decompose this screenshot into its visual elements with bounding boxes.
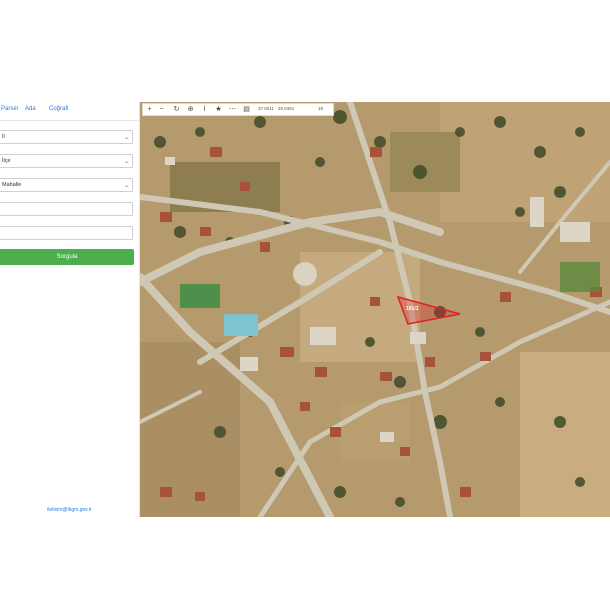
chevron-down-icon: ⌄ xyxy=(123,135,129,141)
refresh-icon[interactable]: ↻ xyxy=(172,105,181,115)
query-panel: Parsel Ada Coğrafi İl ⌄ İlçe ⌄ Mahalle ⌄… xyxy=(0,102,140,517)
locate-icon[interactable]: ⊕ xyxy=(186,105,195,115)
map-imagery xyxy=(140,102,610,517)
parcel-label: 101/1 xyxy=(406,306,419,312)
measure-icon[interactable]: ⋯ xyxy=(228,105,237,115)
info-icon[interactable]: ⅰ xyxy=(200,105,209,115)
query-button[interactable]: Sorgula xyxy=(0,249,134,265)
chevron-down-icon: ⌄ xyxy=(123,159,129,165)
contact-link[interactable]: iletisim@tkgm.gov.tr xyxy=(0,507,139,513)
tab-ada[interactable]: Ada xyxy=(25,106,36,112)
neighborhood-select[interactable]: Mahalle ⌄ xyxy=(0,178,133,192)
coordinate-readout: 37.0211 · 28.0361 xyxy=(258,106,295,111)
zoom-level: 18 xyxy=(318,106,324,111)
zoom-out-icon[interactable]: − xyxy=(157,105,166,115)
neighborhood-select-value: Mahalle xyxy=(2,182,22,188)
tab-cografi[interactable]: Coğrafi xyxy=(49,106,68,112)
parcel-number-input[interactable] xyxy=(0,226,133,240)
block-number-input[interactable] xyxy=(0,202,133,216)
province-select[interactable]: İl ⌄ xyxy=(0,130,133,144)
tab-parsel[interactable]: Parsel xyxy=(1,106,18,112)
map-toolbar: + − ↻ ⊕ ⅰ ★ ⋯ ▤ 37.0211 · 28.0361 18 xyxy=(142,103,334,116)
star-icon[interactable]: ★ xyxy=(214,105,223,115)
district-select[interactable]: İlçe ⌄ xyxy=(0,154,133,168)
province-select-value: İl xyxy=(2,134,5,140)
query-tabs: Parsel Ada Coğrafi xyxy=(0,102,139,121)
satellite-map[interactable]: 101/1 xyxy=(140,102,610,517)
print-icon[interactable]: ▤ xyxy=(242,105,251,115)
district-select-value: İlçe xyxy=(2,158,11,164)
chevron-down-icon: ⌄ xyxy=(123,183,129,189)
zoom-in-icon[interactable]: + xyxy=(145,105,154,115)
